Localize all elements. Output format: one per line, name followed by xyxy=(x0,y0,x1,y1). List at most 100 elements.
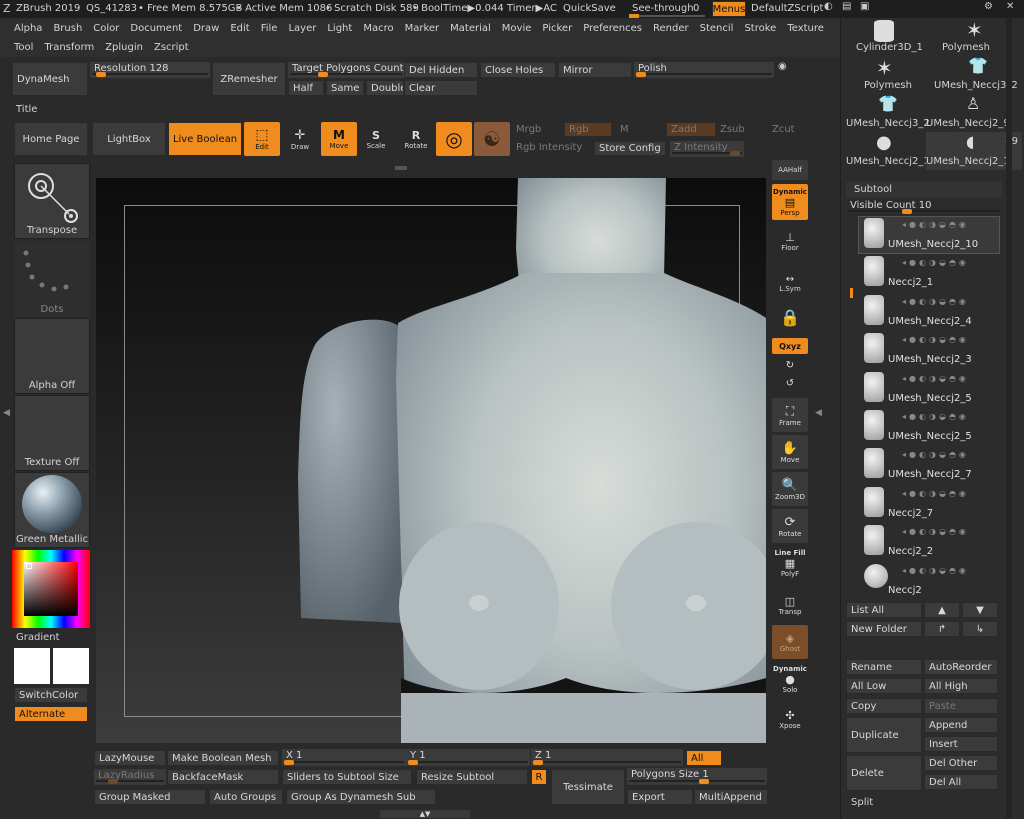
live-boolean-button[interactable]: Live Boolean xyxy=(168,122,242,156)
material-sphere-button[interactable]: ☯ xyxy=(474,122,510,156)
tool-thumb-4[interactable]: 👕 UMesh_Neccj3_2 xyxy=(846,94,932,132)
subtool-visibility-icons[interactable]: ◂●◐◑◒◓◉ xyxy=(902,527,969,536)
viewport-top-handle[interactable] xyxy=(395,166,407,170)
subtool-visibility-icons[interactable]: ◂●◐◑◒◓◉ xyxy=(902,220,969,229)
del-other-button[interactable]: Del Other xyxy=(924,755,998,771)
z-intensity-slider[interactable]: Z Intensity xyxy=(670,141,744,157)
menu-item-17[interactable]: Stroke xyxy=(744,23,776,34)
y-slider[interactable]: Y 1 xyxy=(406,749,530,766)
double-button[interactable]: Double xyxy=(366,80,404,96)
xyz-button[interactable]: Qxyz xyxy=(772,338,808,354)
half-button[interactable]: Half xyxy=(288,80,324,96)
paste-button[interactable]: Paste xyxy=(924,698,998,714)
window-icon-a[interactable]: ◐ xyxy=(824,1,833,12)
menu-item-row2-0[interactable]: Tool xyxy=(14,42,33,53)
move-up-button[interactable]: ▲ xyxy=(924,602,960,618)
default-zscript[interactable]: DefaultZScript xyxy=(751,3,823,14)
tessimate-button[interactable]: Tessimate xyxy=(551,769,625,805)
menu-item-13[interactable]: Picker xyxy=(542,23,572,34)
menu-item-15[interactable]: Render xyxy=(653,23,689,34)
viewport-canvas[interactable] xyxy=(96,178,766,743)
rgb-intensity-slider[interactable]: Rgb Intensity xyxy=(516,142,582,153)
window-icon-b[interactable]: ▤ xyxy=(842,1,851,12)
subtool-item[interactable]: ◂●◐◑◒◓◉ Neccj2_2 xyxy=(858,523,998,561)
viewport-right-collapse-icon[interactable]: ◀ xyxy=(815,408,822,418)
zadd-button[interactable]: Zadd xyxy=(666,122,716,137)
solo-button[interactable]: Dynamic ● Solo xyxy=(772,662,808,696)
r-button[interactable]: R xyxy=(531,769,547,785)
main-color-swatch[interactable] xyxy=(14,648,50,684)
menu-item-0[interactable]: Alpha xyxy=(14,23,42,34)
scale-button[interactable]: S Scale xyxy=(358,122,394,156)
sliders-to-subtool-size-button[interactable]: Sliders to Subtool Size xyxy=(282,769,412,785)
lazymouse-button[interactable]: LazyMouse xyxy=(94,750,166,766)
tool-thumb-2[interactable]: ✶ Polymesh xyxy=(846,56,932,94)
see-through-slider[interactable]: See-through 0 xyxy=(627,1,707,18)
del-hidden-button[interactable]: Del Hidden xyxy=(404,62,478,78)
autoreorder-button[interactable]: AutoReorder xyxy=(924,659,998,675)
all-low-button[interactable]: All Low xyxy=(846,678,922,694)
export-button[interactable]: Export xyxy=(627,789,693,805)
menu-item-6[interactable]: File xyxy=(261,23,278,34)
tool-thumb-0[interactable]: Cylinder3D_1 xyxy=(846,18,932,56)
z-slider[interactable]: Z 1 xyxy=(531,749,683,766)
menu-item-4[interactable]: Draw xyxy=(193,23,219,34)
subtool-visibility-icons[interactable]: ◂●◐◑◒◓◉ xyxy=(902,258,969,267)
subtool-item[interactable]: ◂●◐◑◒◓◉ UMesh_Neccj2_5 xyxy=(858,408,998,446)
append-button[interactable]: Append xyxy=(924,717,998,733)
zremesher-button[interactable]: ZRemesher xyxy=(212,62,286,96)
resolution-slider[interactable]: Resolution 128 xyxy=(90,62,210,78)
subtool-item[interactable]: ◂●◐◑◒◓◉ UMesh_Neccj2_7 xyxy=(858,446,998,484)
rotate-button[interactable]: R Rotate xyxy=(398,122,434,156)
subtool-item[interactable]: ◂●◐◑◒◓◉ Neccj2 xyxy=(858,562,998,600)
ghost-button[interactable]: ◈ Ghost xyxy=(772,625,808,659)
close-icon[interactable]: ✕ xyxy=(1006,1,1014,12)
menu-item-5[interactable]: Edit xyxy=(230,23,249,34)
visible-count-slider[interactable]: Visible Count 10 xyxy=(846,199,1002,215)
material-button[interactable]: Green Metallic xyxy=(14,472,90,548)
viewport-left-collapse-icon[interactable]: ◀ xyxy=(3,408,10,418)
menu-item-1[interactable]: Brush xyxy=(53,23,82,34)
aahalf-button[interactable]: AAHalf xyxy=(772,160,808,180)
clear-button[interactable]: Clear xyxy=(404,80,478,96)
multiappend-button[interactable]: MultiAppend xyxy=(694,789,768,805)
store-config-button[interactable]: Store Config xyxy=(594,141,666,156)
home-page-button[interactable]: Home Page xyxy=(14,122,88,156)
subtool-item[interactable]: ◂●◐◑◒◓◉ Neccj2_1 xyxy=(858,254,998,292)
move-button[interactable]: M Move xyxy=(321,122,357,156)
polygons-size-slider[interactable]: Polygons Size 1 xyxy=(627,768,767,785)
rotate-axis-y-button[interactable]: ↻ xyxy=(780,358,800,372)
new-folder-button[interactable]: New Folder xyxy=(846,621,922,637)
menu-item-9[interactable]: Macro xyxy=(363,23,393,34)
subtool-visibility-icons[interactable]: ◂●◐◑◒◓◉ xyxy=(902,335,969,344)
stroke-dots-button[interactable]: Dots xyxy=(14,241,90,317)
edit-button[interactable]: ⬚ Edit xyxy=(244,122,280,156)
alpha-button[interactable]: Alpha Off xyxy=(14,318,90,394)
resize-subtool-button[interactable]: Resize Subtool xyxy=(416,769,528,785)
menu-item-7[interactable]: Layer xyxy=(288,23,316,34)
rotate-axis-z-button[interactable]: ↺ xyxy=(780,376,800,390)
subtool-visibility-icons[interactable]: ◂●◐◑◒◓◉ xyxy=(902,297,969,306)
all-axes-button[interactable]: All xyxy=(686,750,722,766)
frame-button[interactable]: ⛶ Frame xyxy=(772,398,808,432)
menu-item-14[interactable]: Preferences xyxy=(583,23,642,34)
backfacemask-button[interactable]: BackfaceMask xyxy=(167,769,279,785)
menu-item-18[interactable]: Texture xyxy=(787,23,824,34)
menu-item-16[interactable]: Stencil xyxy=(700,23,734,34)
menu-item-12[interactable]: Movie xyxy=(502,23,532,34)
transp-button[interactable]: ◫ Transp xyxy=(772,588,808,622)
subtool-visibility-icons[interactable]: ◂●◐◑◒◓◉ xyxy=(902,412,969,421)
subtool-item[interactable]: ◂●◐◑◒◓◉ UMesh_Neccj2_3 xyxy=(858,331,998,369)
m-button[interactable]: M xyxy=(620,124,629,135)
close-holes-button[interactable]: Close Holes xyxy=(480,62,556,78)
copy-button[interactable]: Copy xyxy=(846,698,922,714)
alternate-button[interactable]: Alternate xyxy=(14,706,88,722)
quicksave-button[interactable]: QuickSave xyxy=(563,3,616,14)
menu-item-row2-2[interactable]: Zplugin xyxy=(105,42,143,53)
subtool-visibility-icons[interactable]: ◂●◐◑◒◓◉ xyxy=(902,489,969,498)
lsym-button[interactable]: ↔ L.Sym xyxy=(772,266,808,300)
all-high-button[interactable]: All High xyxy=(924,678,998,694)
transpose-button[interactable]: Transpose xyxy=(14,163,90,239)
switch-color-button[interactable]: SwitchColor xyxy=(14,687,88,703)
subtool-visibility-icons[interactable]: ◂●◐◑◒◓◉ xyxy=(902,374,969,383)
